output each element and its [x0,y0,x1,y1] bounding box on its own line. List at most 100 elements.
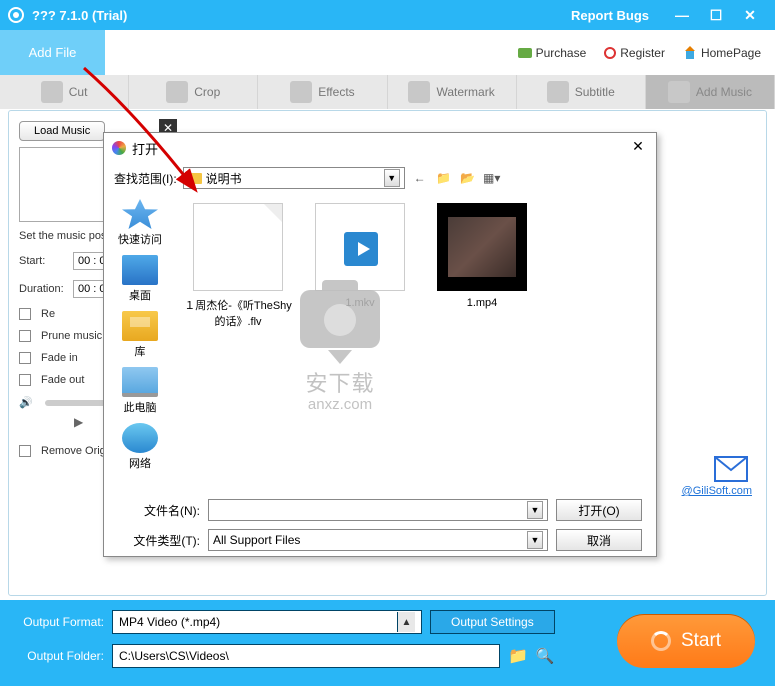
purchase-link[interactable]: Purchase [518,46,587,60]
chevron-down-icon[interactable]: ▼ [527,531,543,549]
open-folder-icon[interactable]: 🔍 [536,647,555,665]
dialog-title: 打开 [132,139,628,158]
net-label: 网络 [104,455,176,471]
sidebar-libraries[interactable]: 库 [104,311,176,359]
back-icon[interactable]: ← [411,169,429,187]
file-list: １周杰伦-《听TheShy的话》.flv 1.mkv 1.mp4 [176,193,656,493]
file-item[interactable]: 1.mp4 [428,203,536,309]
close-button[interactable]: ✕ [733,5,767,25]
home-icon [683,46,697,60]
lookin-combo[interactable]: 说明书 ▼ [183,167,405,189]
bottom-bar: Output Format: MP4 Video (*.mp4) ▲ Outpu… [0,600,775,686]
tab-subtitle-label: Subtitle [575,85,615,99]
tab-crop[interactable]: Crop [129,75,258,109]
output-format-value: MP4 Video (*.mp4) [119,615,220,629]
homepage-label: HomePage [701,46,761,60]
app-icon [8,7,24,23]
sidebar-desktop[interactable]: 桌面 [104,255,176,303]
output-folder-value: C:\Users\CS\Videos\ [119,649,229,663]
tab-effects[interactable]: Effects [258,75,387,109]
volume-icon: 🔊 [19,396,33,409]
fadeout-checkbox[interactable] [19,374,31,386]
tab-cut[interactable]: Cut [0,75,129,109]
register-link[interactable]: Register [604,46,665,60]
register-label: Register [620,46,665,60]
browse-folder-icon[interactable]: 📁 [508,646,528,666]
tab-cut-label: Cut [69,85,88,99]
filetype-combo[interactable]: All Support Files ▼ [208,529,548,551]
lib-label: 库 [104,343,176,359]
tab-watermark[interactable]: Watermark [388,75,517,109]
fadein-checkbox[interactable] [19,352,31,364]
prune-checkbox[interactable] [19,330,31,342]
filetype-value: All Support Files [213,533,300,547]
play-button[interactable]: ▶ [74,415,94,435]
dialog-body: 快速访问 桌面 库 此电脑 网络 １周杰伦-《听TheShy的话》.flv 1.… [104,193,656,493]
sidebar-network[interactable]: 网络 [104,423,176,471]
output-settings-button[interactable]: Output Settings [430,610,555,634]
duration-label: Duration: [19,283,67,295]
cancel-button[interactable]: 取消 [556,529,642,551]
start-label: Start: [19,255,67,267]
minimize-button[interactable]: — [665,5,699,25]
tab-crop-label: Crop [194,85,220,99]
library-icon [122,311,158,341]
chevron-down-icon[interactable]: ▼ [384,169,400,187]
start-button[interactable]: Start [617,614,755,668]
tab-effects-label: Effects [318,85,354,99]
purchase-label: Purchase [536,46,587,60]
tab-watermark-label: Watermark [436,85,494,99]
file-item[interactable]: １周杰伦-《听TheShy的话》.flv [184,203,292,329]
prune-label: Prune music [41,330,102,342]
music-icon [668,81,690,103]
fadein-label: Fade in [41,352,78,364]
load-music-button[interactable]: Load Music [19,121,105,141]
new-folder-icon[interactable]: 📂 [459,169,477,187]
remove-orig-checkbox[interactable] [19,445,31,457]
tab-bar: Cut Crop Effects Watermark Subtitle Add … [0,75,775,109]
view-menu-icon[interactable]: ▦▾ [483,169,501,187]
video-frame [448,217,516,277]
header-links: Purchase Register HomePage [105,30,775,75]
sidebar-this-pc[interactable]: 此电脑 [104,367,176,415]
file-item[interactable]: 1.mkv [306,203,414,309]
filename-label: 文件名(N): [118,502,200,519]
maximize-button[interactable]: ☐ [699,5,733,25]
desktop-label: 桌面 [104,287,176,303]
report-bugs-link[interactable]: Report Bugs [571,8,649,23]
homepage-link[interactable]: HomePage [683,46,761,60]
watermark-icon [408,81,430,103]
output-folder-label: Output Folder: [16,649,104,663]
file-name: 1.mp4 [428,297,536,309]
lookin-value: 说明书 [206,170,242,187]
cart-icon [518,48,532,58]
tab-addmusic-label: Add Music [696,85,752,99]
repeat-checkbox[interactable] [19,308,31,320]
fadeout-label: Fade out [41,374,84,386]
mail-link[interactable]: @GiliSoft.com [682,485,752,497]
filename-input[interactable]: ▼ [208,499,548,521]
dialog-close-button[interactable]: ✕ [628,138,648,158]
open-button[interactable]: 打开(O) [556,499,642,521]
effects-icon [290,81,312,103]
output-folder-input[interactable]: C:\Users\CS\Videos\ [112,644,500,668]
repeat-label: Re [41,308,55,320]
add-file-button[interactable]: Add File [0,30,105,75]
remove-orig-label: Remove Orig [41,445,106,457]
tab-add-music[interactable]: Add Music [646,75,775,109]
chevron-down-icon[interactable]: ▼ [527,501,543,519]
pc-label: 此电脑 [104,399,176,415]
spinner-icon [651,631,671,651]
places-sidebar: 快速访问 桌面 库 此电脑 网络 [104,193,176,493]
chevron-up-icon[interactable]: ▲ [397,612,415,632]
up-folder-icon[interactable]: 📁 [435,169,453,187]
pc-icon [122,367,158,397]
lookin-row: 查找范围(I): 说明书 ▼ ← 📁 📂 ▦▾ [104,163,656,193]
folder-icon [188,173,202,184]
file-thumb-mkv [315,203,405,291]
output-format-label: Output Format: [16,615,104,629]
open-file-dialog: 打开 ✕ 查找范围(I): 说明书 ▼ ← 📁 📂 ▦▾ 快速访问 桌面 库 此… [103,132,657,557]
sidebar-quick-access[interactable]: 快速访问 [104,199,176,247]
output-format-combo[interactable]: MP4 Video (*.mp4) ▲ [112,610,422,634]
tab-subtitle[interactable]: Subtitle [517,75,646,109]
